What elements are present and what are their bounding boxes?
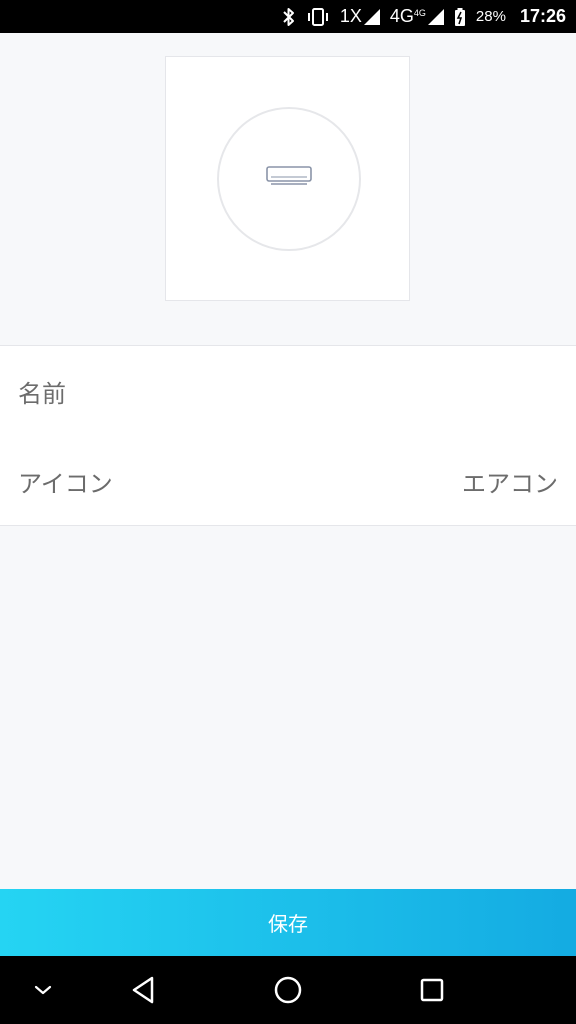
save-button-label: 保存 (268, 912, 308, 936)
battery-percent: 28% (475, 8, 506, 25)
icon-label: アイコン (18, 469, 113, 498)
bluetooth-icon (282, 7, 296, 27)
network-1x: 1X (340, 6, 380, 27)
signal-icon-4g (427, 8, 444, 25)
vibrate-icon (306, 7, 330, 27)
back-icon[interactable] (103, 956, 183, 1024)
icon-preview-circle (217, 107, 361, 251)
icon-value: エアコン (462, 469, 558, 498)
settings-list: 名前 アイコン エアコン (0, 345, 576, 526)
network-type: 4G (389, 6, 414, 26)
name-row[interactable]: 名前 (0, 346, 576, 436)
hide-keyboard-icon[interactable] (3, 956, 83, 1024)
home-icon[interactable] (248, 956, 328, 1024)
navigation-bar (0, 956, 576, 1024)
name-label: 名前 (18, 379, 66, 408)
icon-row[interactable]: アイコン エアコン (0, 436, 576, 526)
recents-icon[interactable] (392, 956, 472, 1024)
status-bar: 1X 4G 4G 28% 17:26 (0, 0, 576, 33)
signal-icon (363, 8, 380, 25)
battery-charging-icon (454, 7, 466, 27)
clock: 17:26 (519, 6, 566, 26)
icon-preview-card[interactable] (165, 56, 410, 301)
network-4g: 4G 4G (390, 6, 444, 27)
air-conditioner-icon (265, 164, 313, 194)
network-label: 1X (339, 6, 362, 26)
network-type-small: 4G (413, 8, 426, 18)
save-button[interactable]: 保存 (0, 889, 576, 956)
